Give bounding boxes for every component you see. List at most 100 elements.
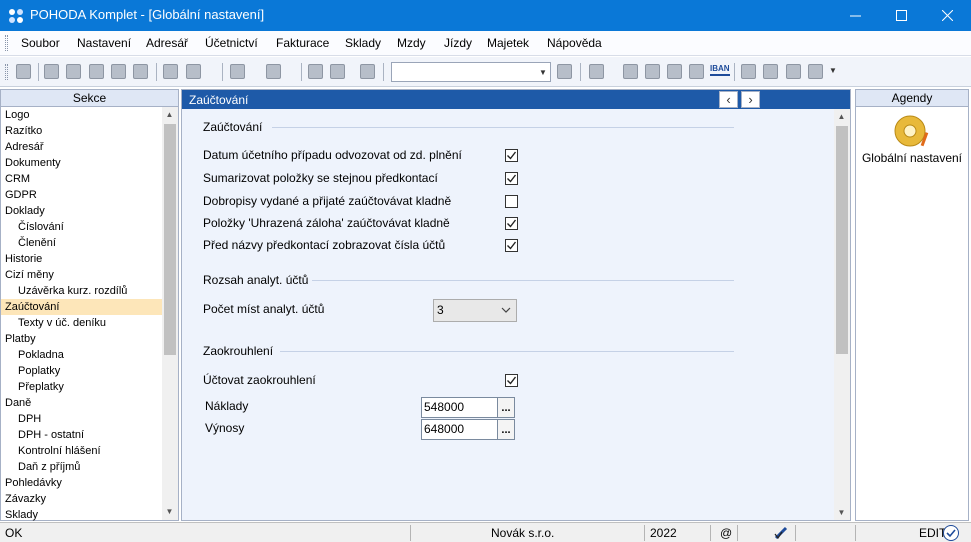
status-at: @ bbox=[720, 526, 733, 540]
content-scrollbar[interactable]: ▲ ▼ bbox=[834, 109, 850, 520]
help-cursor-icon[interactable] bbox=[808, 64, 823, 79]
toolbar-separator bbox=[156, 63, 157, 81]
menu-nastaveni[interactable]: Nastavení bbox=[77, 36, 131, 50]
save-icon[interactable] bbox=[308, 64, 323, 79]
print-preview-icon[interactable] bbox=[89, 64, 104, 79]
scroll-thumb[interactable] bbox=[836, 126, 848, 354]
check-brush-icon[interactable] bbox=[186, 64, 201, 79]
clipboard-icon[interactable] bbox=[360, 64, 375, 79]
section-item[interactable]: DPH bbox=[1, 411, 162, 427]
option-label: Datum účetního případu odvozovat od zd. … bbox=[203, 148, 462, 162]
menu-majetek[interactable]: Majetek bbox=[487, 36, 529, 50]
option-label: Položky 'Uhrazená záloha' zaúčtovávat kl… bbox=[203, 216, 450, 230]
global-settings-icon[interactable] bbox=[893, 114, 933, 148]
settings-gear-icon[interactable] bbox=[266, 64, 281, 79]
menu-fakturace[interactable]: Fakturace bbox=[276, 36, 329, 50]
section-item[interactable]: GDPR bbox=[1, 187, 162, 203]
back-arrow-icon[interactable] bbox=[230, 64, 245, 79]
menu-napoveda[interactable]: Nápověda bbox=[547, 36, 602, 50]
section-item[interactable]: Daně bbox=[1, 395, 162, 411]
scroll-down-icon[interactable]: ▼ bbox=[162, 504, 177, 519]
chevron-down-icon[interactable]: ▼ bbox=[829, 66, 837, 75]
form2-icon[interactable] bbox=[786, 64, 801, 79]
naklady-browse-button[interactable]: ... bbox=[497, 397, 515, 418]
iban-icon[interactable]: IBAN bbox=[710, 64, 730, 76]
pocet-mist-select[interactable]: 3 bbox=[433, 299, 517, 322]
sections-scrollbar[interactable]: ▲ ▼ bbox=[162, 107, 178, 520]
scroll-down-icon[interactable]: ▼ bbox=[834, 505, 849, 520]
menu-adresar[interactable]: Adresář bbox=[146, 36, 188, 50]
section-item[interactable]: Doklady bbox=[1, 203, 162, 219]
section-item[interactable]: Daň z příjmů bbox=[1, 459, 162, 475]
folder-icon[interactable] bbox=[589, 64, 604, 79]
toolbar-combo[interactable]: ▼ bbox=[391, 62, 551, 82]
status-text: OK bbox=[5, 526, 23, 540]
menu-sklady[interactable]: Sklady bbox=[345, 36, 381, 50]
maximize-button[interactable] bbox=[878, 0, 924, 31]
form-icon[interactable] bbox=[763, 64, 778, 79]
naklady-input[interactable]: 548000 bbox=[421, 397, 498, 418]
checkmark-icon bbox=[507, 376, 517, 385]
section-item[interactable]: Sklady bbox=[1, 507, 162, 521]
section-item[interactable]: Pokladna bbox=[1, 347, 162, 363]
chevron-down-icon[interactable]: ▼ bbox=[536, 63, 550, 81]
section-item[interactable]: Členění bbox=[1, 235, 162, 251]
list-icon[interactable] bbox=[689, 64, 704, 79]
filter-icon[interactable] bbox=[557, 64, 572, 79]
copy-record-icon[interactable] bbox=[44, 64, 59, 79]
option-checkbox-zaloha[interactable] bbox=[505, 217, 518, 230]
section-item[interactable]: Číslování bbox=[1, 219, 162, 235]
save-all-icon[interactable] bbox=[330, 64, 345, 79]
minimize-button[interactable] bbox=[832, 0, 878, 31]
section-item[interactable]: CRM bbox=[1, 171, 162, 187]
prev-page-icon[interactable]: ‹ bbox=[719, 91, 738, 108]
section-title-zaokrouhleni: Zaokrouhlení bbox=[203, 344, 274, 358]
section-item[interactable]: Kontrolní hlášení bbox=[1, 443, 162, 459]
section-item[interactable]: Razítko bbox=[1, 123, 162, 139]
option-checkbox-cisla-uctu[interactable] bbox=[505, 239, 518, 252]
section-item[interactable]: Závazky bbox=[1, 491, 162, 507]
scroll-up-icon[interactable]: ▲ bbox=[834, 109, 849, 124]
section-item[interactable]: Přeplatky bbox=[1, 379, 162, 395]
option-checkbox-sumarizovat[interactable] bbox=[505, 172, 518, 185]
calculator2-icon[interactable] bbox=[667, 64, 682, 79]
edit-check-icon[interactable] bbox=[943, 525, 959, 541]
records-icon[interactable] bbox=[66, 64, 81, 79]
close-button[interactable] bbox=[924, 0, 970, 31]
money-icon[interactable] bbox=[623, 64, 638, 79]
option-checkbox-datum[interactable] bbox=[505, 149, 518, 162]
menu-jizdy[interactable]: Jízdy bbox=[444, 36, 472, 50]
status-separator bbox=[737, 525, 738, 541]
toolbar-separator bbox=[580, 63, 581, 81]
agenda-item-label[interactable]: Globální nastavení bbox=[856, 151, 968, 165]
next-page-icon[interactable]: › bbox=[741, 91, 760, 108]
section-item[interactable]: Cizí měny bbox=[1, 267, 162, 283]
option-checkbox-dobropisy[interactable] bbox=[505, 195, 518, 208]
section-item[interactable]: DPH - ostatní bbox=[1, 427, 162, 443]
calculator-icon[interactable] bbox=[645, 64, 660, 79]
section-item[interactable]: Poplatky bbox=[1, 363, 162, 379]
section-item[interactable]: Dokumenty bbox=[1, 155, 162, 171]
vynosy-browse-button[interactable]: ... bbox=[497, 419, 515, 440]
section-item[interactable]: Uzávěrka kurz. rozdílů bbox=[1, 283, 162, 299]
export-icon[interactable] bbox=[111, 64, 126, 79]
agenda-switch-icon[interactable] bbox=[16, 64, 31, 79]
menu-soubor[interactable]: Soubor bbox=[21, 36, 60, 50]
section-item[interactable]: Logo bbox=[1, 107, 162, 123]
section-item[interactable]: Texty v úč. deníku bbox=[1, 315, 162, 331]
document-icon[interactable] bbox=[163, 64, 178, 79]
scroll-up-icon[interactable]: ▲ bbox=[162, 107, 177, 122]
print-icon[interactable] bbox=[133, 64, 148, 79]
menu-ucetnictvi[interactable]: Účetnictví bbox=[205, 36, 258, 50]
menu-mzdy[interactable]: Mzdy bbox=[397, 36, 426, 50]
scroll-thumb[interactable] bbox=[164, 124, 176, 355]
option-checkbox-zaokrouhleni[interactable] bbox=[505, 374, 518, 387]
vynosy-input[interactable]: 648000 bbox=[421, 419, 498, 440]
section-item[interactable]: Zaúčtování bbox=[1, 299, 162, 315]
message-icon[interactable] bbox=[741, 64, 756, 79]
section-item[interactable]: Pohledávky bbox=[1, 475, 162, 491]
section-item[interactable]: Historie bbox=[1, 251, 162, 267]
status-separator bbox=[644, 525, 645, 541]
section-item[interactable]: Adresář bbox=[1, 139, 162, 155]
section-item[interactable]: Platby bbox=[1, 331, 162, 347]
